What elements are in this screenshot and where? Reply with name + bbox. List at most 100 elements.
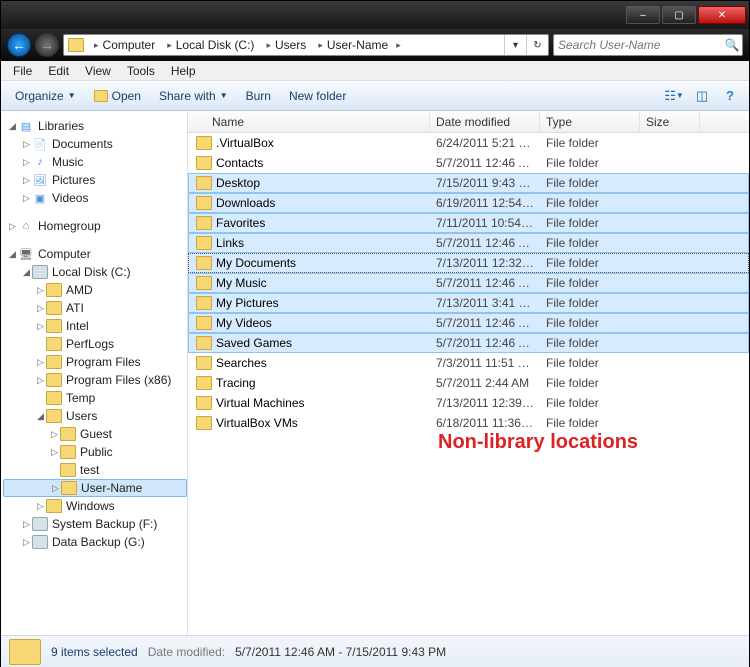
tree-folder[interactable]: ▷Guest <box>3 425 187 443</box>
view-options-button[interactable]: ☷ ▼ <box>663 86 685 106</box>
close-button[interactable]: ✕ <box>698 6 746 24</box>
file-type: File folder <box>540 136 640 150</box>
menu-edit[interactable]: Edit <box>40 62 77 80</box>
tree-music[interactable]: ▷♪Music <box>3 153 187 171</box>
maximize-button[interactable]: ▢ <box>662 6 696 24</box>
file-name: Searches <box>216 356 267 370</box>
search-input[interactable] <box>554 38 722 52</box>
tree-folder[interactable]: ▷Public <box>3 443 187 461</box>
file-row[interactable]: My Videos5/7/2011 12:46 AMFile folder <box>188 313 749 333</box>
search-box[interactable]: 🔍 <box>553 34 743 56</box>
burn-button[interactable]: Burn <box>238 86 279 106</box>
file-row[interactable]: Links5/7/2011 12:46 AMFile folder <box>188 233 749 253</box>
navigation-bar: ← → ▸Computer ▸Local Disk (C:) ▸Users ▸U… <box>1 29 749 61</box>
column-type[interactable]: Type <box>540 111 640 132</box>
breadcrumb: ▸Local Disk (C:) <box>161 36 260 54</box>
history-dropdown-button[interactable]: ▾ <box>504 35 526 55</box>
tree-pictures[interactable]: ▷🖼Pictures <box>3 171 187 189</box>
file-row[interactable]: Contacts5/7/2011 12:46 AMFile folder <box>188 153 749 173</box>
file-row[interactable]: Saved Games5/7/2011 12:46 AMFile folder <box>188 333 749 353</box>
file-row[interactable]: My Music5/7/2011 12:46 AMFile folder <box>188 273 749 293</box>
file-date: 5/7/2011 12:46 AM <box>430 156 540 170</box>
menu-file[interactable]: File <box>5 62 40 80</box>
file-row[interactable]: Favorites7/11/2011 10:54 AMFile folder <box>188 213 749 233</box>
tree-username[interactable]: ▷User-Name <box>3 479 187 497</box>
new-folder-button[interactable]: New folder <box>281 86 354 106</box>
share-with-button[interactable]: Share with▼ <box>151 86 236 106</box>
tree-folder[interactable]: ▷ATI <box>3 299 187 317</box>
column-size[interactable]: Size <box>640 111 700 132</box>
file-type: File folder <box>540 336 640 350</box>
titlebar[interactable]: – ▢ ✕ <box>1 1 749 29</box>
file-type: File folder <box>540 156 640 170</box>
help-button[interactable]: ? <box>719 86 741 106</box>
file-name: Links <box>216 236 244 250</box>
tree-documents[interactable]: ▷📄Documents <box>3 135 187 153</box>
tree-folder[interactable]: Temp <box>3 389 187 407</box>
file-row[interactable]: Searches7/3/2011 11:51 PMFile folder <box>188 353 749 373</box>
tree-folder[interactable]: PerfLogs <box>3 335 187 353</box>
tree-folder[interactable]: ▷AMD <box>3 281 187 299</box>
file-row[interactable]: Virtual Machines7/13/2011 12:39 AMFile f… <box>188 393 749 413</box>
file-name: Saved Games <box>216 336 292 350</box>
tree-systembackup[interactable]: ▷System Backup (F:) <box>3 515 187 533</box>
tree-users[interactable]: ◢Users <box>3 407 187 425</box>
file-date: 6/19/2011 12:54 AM <box>430 196 540 210</box>
file-type: File folder <box>540 196 640 210</box>
tree-videos[interactable]: ▷▣Videos <box>3 189 187 207</box>
breadcrumb: ▸User-Name▸ <box>312 36 406 54</box>
folder-icon <box>196 176 212 190</box>
tree-computer[interactable]: ◢🖥Computer <box>3 245 187 263</box>
file-row[interactable]: My Pictures7/13/2011 3:41 PMFile folder <box>188 293 749 313</box>
back-button[interactable]: ← <box>7 33 31 57</box>
folder-icon <box>196 156 212 170</box>
folder-icon <box>196 276 212 290</box>
file-type: File folder <box>540 376 640 390</box>
minimize-button[interactable]: – <box>626 6 660 24</box>
folder-icon <box>196 136 212 150</box>
file-name: My Documents <box>216 256 296 270</box>
tree-homegroup[interactable]: ▷⌂Homegroup <box>3 217 187 235</box>
file-list-pane[interactable]: Name Date modified Type Size .VirtualBox… <box>188 111 749 635</box>
menu-tools[interactable]: Tools <box>119 62 163 80</box>
file-name: My Music <box>216 276 267 290</box>
organize-button[interactable]: Organize▼ <box>7 86 84 106</box>
column-name[interactable]: Name <box>188 111 430 132</box>
file-row[interactable]: Downloads6/19/2011 12:54 AMFile folder <box>188 193 749 213</box>
tree-folder[interactable]: ▷Windows <box>3 497 187 515</box>
file-date: 7/13/2011 12:39 AM <box>430 396 540 410</box>
file-row[interactable]: Desktop7/15/2011 9:43 PMFile folder <box>188 173 749 193</box>
column-headers[interactable]: Name Date modified Type Size <box>188 111 749 133</box>
refresh-button[interactable]: ↻ <box>526 35 548 55</box>
menu-view[interactable]: View <box>77 62 119 80</box>
file-row[interactable]: Tracing5/7/2011 2:44 AMFile folder <box>188 373 749 393</box>
file-date: 7/13/2011 3:41 PM <box>430 296 540 310</box>
file-name: Virtual Machines <box>216 396 305 410</box>
file-row[interactable]: .VirtualBox6/24/2011 5:21 PMFile folder <box>188 133 749 153</box>
address-bar[interactable]: ▸Computer ▸Local Disk (C:) ▸Users ▸User-… <box>63 34 549 56</box>
file-row[interactable]: My Documents7/13/2011 12:32 AMFile folde… <box>188 253 749 273</box>
file-row[interactable]: VirtualBox VMs6/18/2011 11:36 AMFile fol… <box>188 413 749 433</box>
tree-libraries[interactable]: ◢▤Libraries <box>3 117 187 135</box>
tree-databackup[interactable]: ▷Data Backup (G:) <box>3 533 187 551</box>
file-type: File folder <box>540 256 640 270</box>
preview-pane-button[interactable]: ◫ <box>691 86 713 106</box>
column-date[interactable]: Date modified <box>430 111 540 132</box>
file-type: File folder <box>540 236 640 250</box>
menu-help[interactable]: Help <box>163 62 204 80</box>
file-date: 6/24/2011 5:21 PM <box>430 136 540 150</box>
tree-folder[interactable]: ▷Program Files <box>3 353 187 371</box>
tree-folder[interactable]: ▷Intel <box>3 317 187 335</box>
file-date: 5/7/2011 12:46 AM <box>430 316 540 330</box>
open-button[interactable]: Open <box>86 86 149 106</box>
tree-folder[interactable]: test <box>3 461 187 479</box>
search-icon[interactable]: 🔍 <box>722 38 742 52</box>
file-date: 7/3/2011 11:51 PM <box>430 356 540 370</box>
menu-bar: File Edit View Tools Help <box>1 61 749 81</box>
forward-button[interactable]: → <box>35 33 59 57</box>
tree-localdisk[interactable]: ◢Local Disk (C:) <box>3 263 187 281</box>
annotation-overlay: Non-library locations <box>438 431 638 454</box>
navigation-pane[interactable]: ◢▤Libraries ▷📄Documents ▷♪Music ▷🖼Pictur… <box>1 111 188 635</box>
folder-icon <box>196 296 212 310</box>
tree-folder[interactable]: ▷Program Files (x86) <box>3 371 187 389</box>
